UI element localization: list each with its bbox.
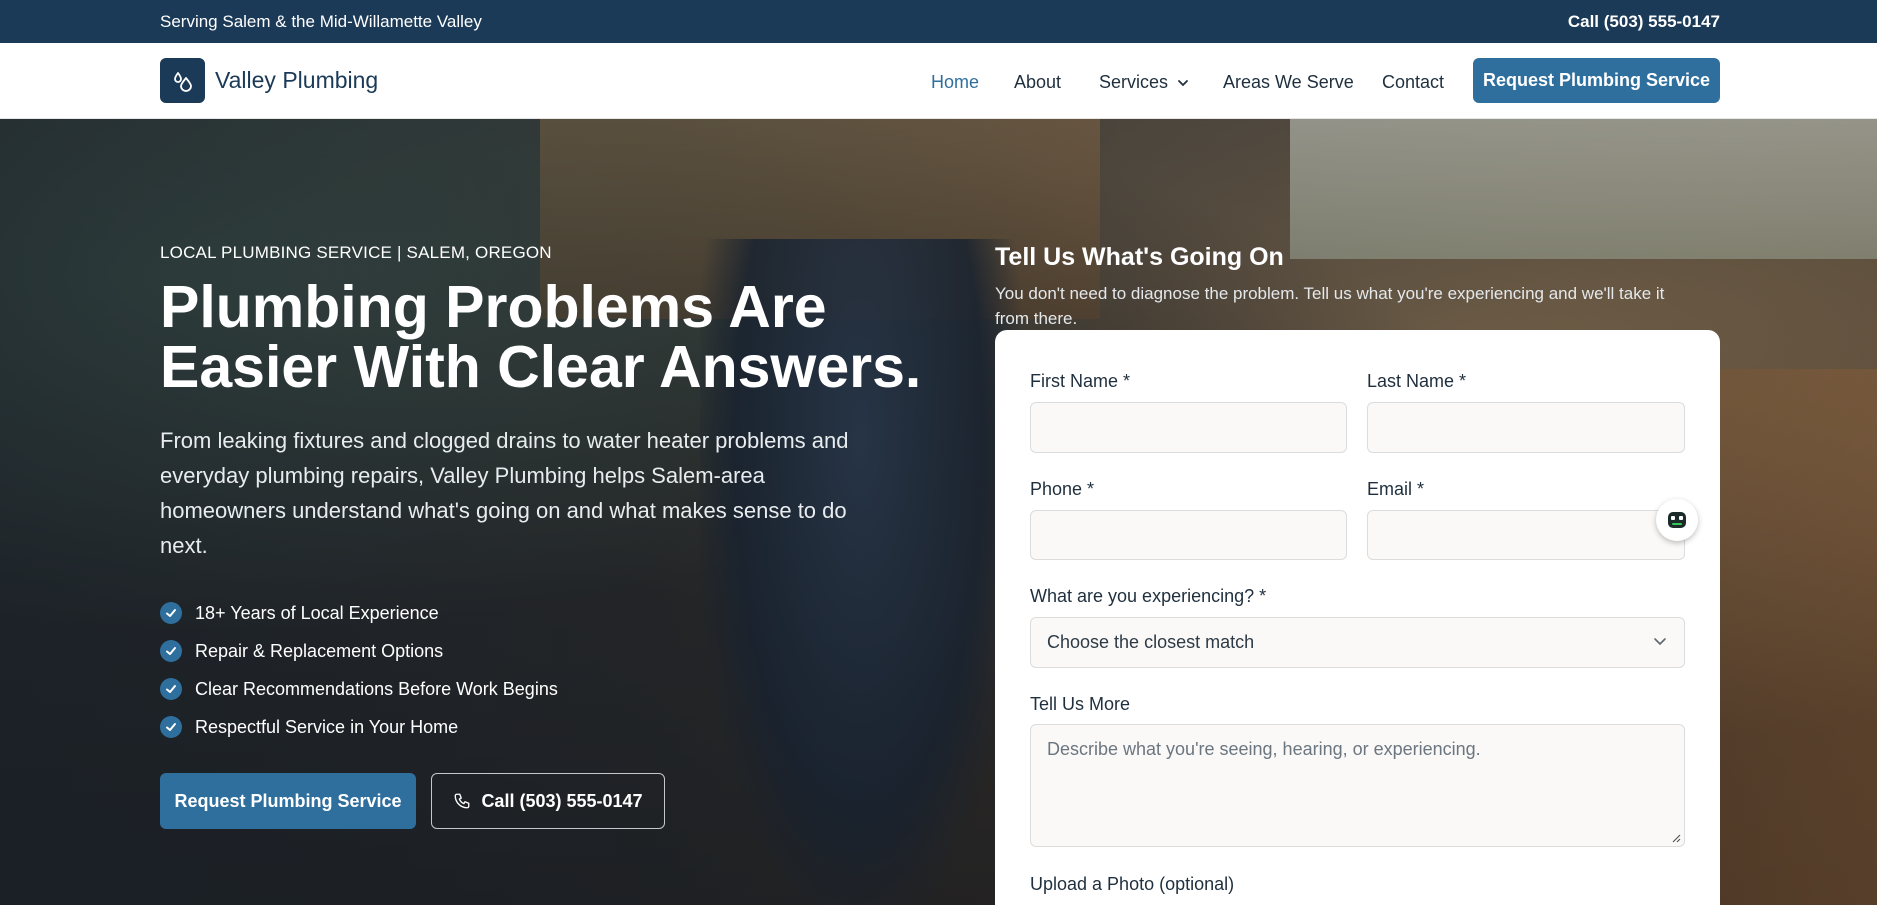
chevron-down-icon	[1654, 638, 1666, 646]
hero-subheadline: From leaking fixtures and clogged drains…	[160, 428, 849, 558]
service-request-form: First Name * Last Name * Phone * Email *…	[995, 330, 1720, 905]
site-header: Valley Plumbing Home About Services Area…	[0, 43, 1877, 119]
experience-select-value: Choose the closest match	[1047, 632, 1255, 652]
chatbot-icon	[1668, 512, 1686, 528]
nav-services-label: Services	[1099, 72, 1169, 92]
water-drop-icon	[173, 71, 192, 92]
photo-upload-label: Upload a Photo (optional)	[1030, 874, 1235, 894]
hero-eyebrow: LOCAL PLUMBING SERVICE | SALEM, OREGON	[160, 243, 552, 262]
brand-name[interactable]: Valley Plumbing	[215, 67, 378, 94]
top-bar: Serving Salem & the Mid-Willamette Valle…	[0, 0, 1877, 43]
nav-contact[interactable]: Contact	[1382, 72, 1444, 93]
background-photo-window	[1290, 119, 1877, 259]
email-label: Email *	[1367, 479, 1425, 499]
experience-label: What are you experiencing? *	[1030, 586, 1267, 606]
experience-select[interactable]: Choose the closest match	[1030, 617, 1685, 668]
phone-label: Phone *	[1030, 479, 1095, 499]
first-name-input[interactable]	[1030, 402, 1347, 453]
benefit-text: Repair & Replacement Options	[195, 640, 444, 661]
nav-about[interactable]: About	[1014, 72, 1061, 93]
hero-call-button[interactable]: Call (503) 555-0147	[431, 773, 665, 829]
hero-request-service-button[interactable]: Request Plumbing Service	[160, 773, 416, 829]
phone-icon	[455, 793, 470, 809]
nav-areas-we-serve[interactable]: Areas We Serve	[1223, 72, 1354, 93]
checkmark-icon	[160, 678, 182, 700]
tell-us-more-label: Tell Us More	[1030, 694, 1131, 714]
hero-headline: Plumbing Problems Are Easier With Clear …	[160, 274, 922, 400]
hero-section: LOCAL PLUMBING SERVICE | SALEM, OREGON P…	[0, 119, 1877, 905]
phone-input[interactable]	[1030, 510, 1347, 560]
resize-handle-icon[interactable]	[1671, 833, 1681, 843]
benefit-text: Clear Recommendations Before Work Begins	[195, 678, 558, 699]
first-name-label: First Name *	[1030, 371, 1131, 391]
tell-us-more-textarea[interactable]: Describe what you're seeing, hearing, or…	[1030, 724, 1685, 847]
list-item: Clear Recommendations Before Work Begins	[160, 670, 558, 708]
checkmark-icon	[160, 640, 182, 662]
nav-services[interactable]: Services	[1099, 72, 1190, 93]
list-item: Repair & Replacement Options	[160, 632, 558, 670]
list-item: 18+ Years of Local Experience	[160, 594, 558, 632]
textarea-placeholder: Describe what you're seeing, hearing, or…	[1047, 739, 1481, 759]
benefits-list: 18+ Years of Local Experience Repair & R…	[160, 594, 558, 746]
top-call-link[interactable]: Call (503) 555-0147	[1568, 12, 1720, 32]
last-name-input[interactable]	[1367, 402, 1685, 453]
chevron-down-icon	[1178, 79, 1188, 86]
nav-home[interactable]: Home	[931, 72, 979, 93]
form-subtitle: You don't need to diagnose the problem. …	[995, 284, 1665, 328]
service-area-tagline: Serving Salem & the Mid-Willamette Valle…	[160, 12, 482, 31]
email-input[interactable]	[1367, 510, 1685, 560]
form-title: Tell Us What's Going On	[995, 243, 1284, 271]
hero-call-label: Call (503) 555-0147	[481, 790, 643, 811]
last-name-label: Last Name *	[1367, 371, 1467, 391]
checkmark-icon	[160, 602, 182, 624]
header-request-service-button[interactable]: Request Plumbing Service	[1473, 58, 1720, 103]
benefit-text: Respectful Service in Your Home	[195, 716, 459, 737]
checkmark-icon	[160, 716, 182, 738]
logo[interactable]	[160, 58, 205, 103]
benefit-text: 18+ Years of Local Experience	[195, 602, 439, 623]
list-item: Respectful Service in Your Home	[160, 708, 558, 746]
chat-widget-button[interactable]	[1656, 499, 1698, 541]
